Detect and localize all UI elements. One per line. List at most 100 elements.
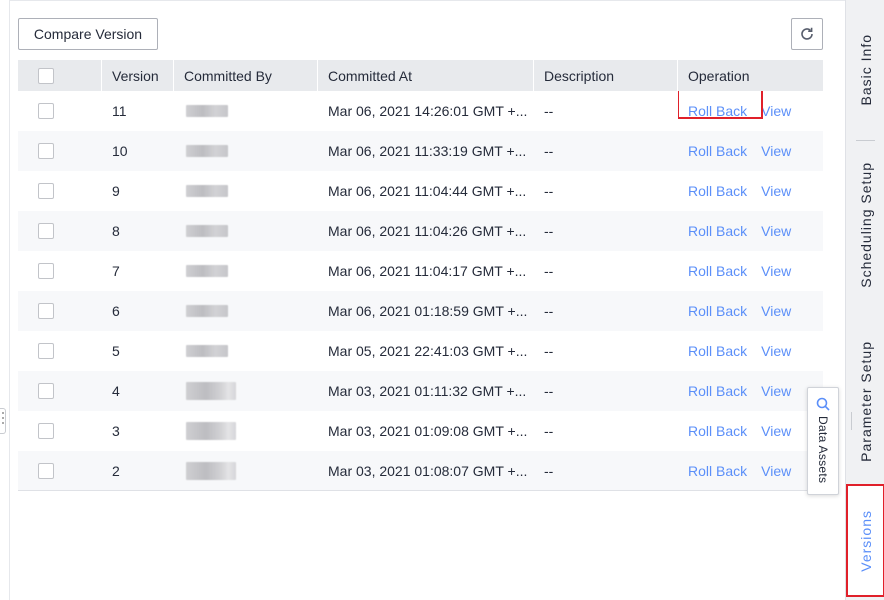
tab-basic-info[interactable]: Basic Info xyxy=(846,0,884,140)
version-cell: 6 xyxy=(112,303,120,319)
rollback-link[interactable]: Roll Back xyxy=(688,463,747,479)
rollback-wrapper: Roll Back xyxy=(688,143,747,159)
committed-at-cell: Mar 06, 2021 11:33:19 GMT +... xyxy=(328,143,527,159)
description-cell: -- xyxy=(544,423,554,439)
version-cell: 11 xyxy=(112,103,127,119)
redacted-username xyxy=(186,422,236,440)
select-all-cell xyxy=(18,60,102,91)
version-cell: 2 xyxy=(112,462,120,479)
refresh-button[interactable] xyxy=(791,18,823,50)
row-checkbox[interactable] xyxy=(38,423,54,439)
rollback-highlight xyxy=(678,91,763,119)
left-edge xyxy=(0,0,10,600)
committed-by-cell xyxy=(174,131,318,171)
header-operation: Operation xyxy=(688,67,750,84)
row-checkbox-cell xyxy=(18,91,102,131)
version-cell: 4 xyxy=(112,383,120,399)
redacted-username xyxy=(186,105,228,117)
view-link[interactable]: View xyxy=(761,183,791,199)
rollback-link[interactable]: Roll Back xyxy=(688,343,747,359)
view-link[interactable]: View xyxy=(761,223,791,239)
committed-by-cell xyxy=(174,291,318,331)
row-checkbox[interactable] xyxy=(38,343,54,359)
committed-by-cell xyxy=(174,331,318,371)
table-row: 7 Mar 06, 2021 11:04:17 GMT +... -- Roll Ba… xyxy=(18,251,823,291)
tab-parameter-setup[interactable]: Parameter Setup xyxy=(846,318,884,484)
row-checkbox[interactable] xyxy=(38,383,54,399)
operation-cell: Roll Back View xyxy=(678,331,823,371)
row-checkbox-cell xyxy=(18,371,102,411)
committed-by-cell xyxy=(174,251,318,291)
view-link[interactable]: View xyxy=(761,103,791,119)
rollback-wrapper: Roll Back xyxy=(688,303,747,319)
rollback-wrapper: Roll Back xyxy=(688,463,747,479)
committed-at-cell: Mar 03, 2021 01:11:32 GMT +... xyxy=(328,383,527,399)
rollback-link[interactable]: Roll Back xyxy=(688,263,747,279)
row-checkbox[interactable] xyxy=(38,263,54,279)
header-version[interactable]: Version xyxy=(102,60,174,91)
table-row: 9 Mar 06, 2021 11:04:44 GMT +... -- Roll Ba… xyxy=(18,171,823,211)
header-committed-by: Committed By xyxy=(174,60,318,91)
view-link[interactable]: View xyxy=(761,303,791,319)
table-row: 3 Mar 03, 2021 01:09:08 GMT +... -- Roll Ba… xyxy=(18,411,823,451)
refresh-icon xyxy=(801,27,813,40)
row-checkbox[interactable] xyxy=(38,223,54,239)
view-link[interactable]: View xyxy=(761,383,791,399)
redacted-username xyxy=(186,225,228,237)
view-link[interactable]: View xyxy=(761,423,791,439)
view-link[interactable]: View xyxy=(761,263,791,279)
committed-at-cell: Mar 03, 2021 01:09:08 GMT +... xyxy=(328,423,528,439)
row-checkbox-cell xyxy=(18,211,102,251)
description-cell: -- xyxy=(544,103,554,119)
table-row: 10 Mar 06, 2021 11:33:19 GMT +... -- Roll B… xyxy=(18,131,823,171)
row-checkbox[interactable] xyxy=(38,183,54,199)
rollback-link[interactable]: Roll Back xyxy=(688,383,747,399)
version-cell: 9 xyxy=(112,183,120,199)
description-cell: -- xyxy=(544,223,554,239)
rollback-link[interactable]: Roll Back xyxy=(688,223,747,239)
operation-cell: Roll Back View xyxy=(678,411,823,451)
view-link[interactable]: View xyxy=(761,143,791,159)
view-link[interactable]: View xyxy=(761,463,791,479)
rollback-wrapper: Roll Back xyxy=(688,183,747,199)
row-checkbox[interactable] xyxy=(38,103,54,119)
tab-scheduling-setup[interactable]: Scheduling Setup xyxy=(846,140,884,310)
side-tab-bar: Basic Info Scheduling Setup Parameter Se… xyxy=(845,0,884,600)
rollback-wrapper: Roll Back xyxy=(688,263,747,279)
collapse-handle[interactable] xyxy=(0,408,6,434)
header-committed-at: Committed At xyxy=(318,60,534,91)
select-all-checkbox[interactable] xyxy=(38,67,54,84)
committed-at-cell: Mar 06, 2021 01:18:59 GMT +... xyxy=(328,303,528,319)
table-row: 8 Mar 06, 2021 11:04:26 GMT +... -- Roll Ba… xyxy=(18,211,823,251)
table-row: 6 Mar 06, 2021 01:18:59 GMT +... -- Roll Ba… xyxy=(18,291,823,331)
committed-at-cell: Mar 06, 2021 11:04:26 GMT +... xyxy=(328,223,527,239)
rollback-link[interactable]: Roll Back xyxy=(688,183,747,199)
row-checkbox-cell xyxy=(18,291,102,331)
versions-table: Version Committed By Committed At Descri… xyxy=(18,60,823,491)
header-description: Description xyxy=(534,60,678,91)
table-header: Version Committed By Committed At Descri… xyxy=(18,60,823,91)
row-checkbox-cell xyxy=(18,251,102,291)
description-cell: -- xyxy=(544,263,554,279)
operation-cell: Roll Back View xyxy=(678,371,823,411)
rollback-link[interactable]: Roll Back xyxy=(688,143,747,159)
table-row: 2 Mar 03, 2021 01:08:07 GMT +... -- Roll Ba… xyxy=(18,451,823,491)
row-checkbox[interactable] xyxy=(38,462,54,479)
rollback-link[interactable]: Roll Back xyxy=(688,423,747,439)
rollback-wrapper: Roll Back xyxy=(688,423,747,439)
redacted-username xyxy=(186,305,228,317)
operation-cell: Roll Back View xyxy=(678,211,823,251)
rollback-wrapper: Roll Back xyxy=(688,223,747,239)
data-assets-label: Data Assets xyxy=(816,416,830,484)
row-checkbox[interactable] xyxy=(38,143,54,159)
data-assets-button[interactable]: Data Assets xyxy=(807,387,839,495)
view-link[interactable]: View xyxy=(761,343,791,359)
rollback-link[interactable]: Roll Back xyxy=(688,303,747,319)
version-cell: 7 xyxy=(112,263,120,279)
operation-cell: Roll Back View xyxy=(678,251,823,291)
tab-divider xyxy=(851,412,852,430)
version-cell: 8 xyxy=(112,223,120,239)
committed-at-cell: Mar 06, 2021 11:04:17 GMT +... xyxy=(328,263,527,279)
row-checkbox[interactable] xyxy=(38,303,54,319)
compare-version-button[interactable]: Compare Version xyxy=(18,18,158,50)
